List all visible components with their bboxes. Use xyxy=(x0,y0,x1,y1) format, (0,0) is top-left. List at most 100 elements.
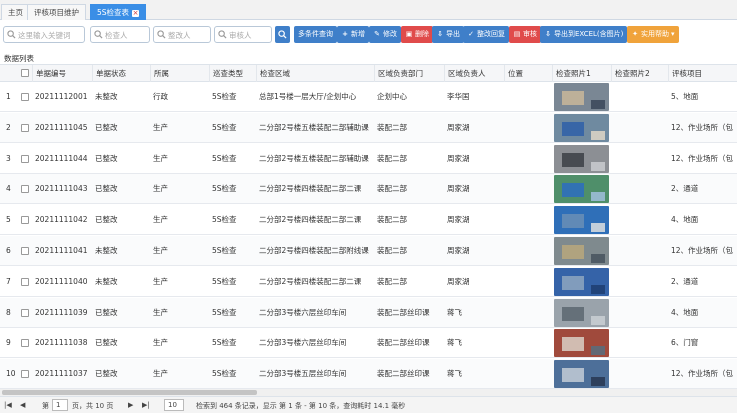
close-tab-icon[interactable]: × xyxy=(132,10,140,17)
table-row[interactable]: 4 20211111043 已整改 生产 5S检查 二分部2号楼四楼装配二部二课 装配二部 周… xyxy=(0,174,737,205)
table-row[interactable]: 1 20211112001 未整改 行政 5S检查 总部1号楼一层大厅/企划中心 企划中心 李… xyxy=(0,82,737,112)
tab-evaluation-items[interactable]: 评核项目维护 xyxy=(27,4,86,20)
row-checkbox[interactable] xyxy=(21,308,29,317)
auditor-search-input[interactable]: 审核人 xyxy=(214,26,272,43)
scrollbar-thumb[interactable] xyxy=(2,390,257,395)
delete-button[interactable]: ▣ 删除 xyxy=(401,26,433,43)
area-department: 装配二部丝印课 xyxy=(377,338,430,348)
column-header[interactable]: 区域负责人 xyxy=(444,65,486,82)
belong: 生产 xyxy=(153,184,168,194)
add-button[interactable]: + 新增 xyxy=(337,26,369,43)
column-header[interactable]: 检查照片2 xyxy=(611,65,650,82)
row-checkbox[interactable] xyxy=(21,185,29,194)
belong: 生产 xyxy=(153,338,168,348)
multi-query-button[interactable]: 多条件查询 xyxy=(294,26,337,43)
check-photo-thumbnail[interactable] xyxy=(554,267,609,296)
patrol-type: 5S检查 xyxy=(212,369,237,379)
help-button[interactable]: ✦ 实用帮助 ▾ xyxy=(627,26,679,43)
evaluation-item: 12、作业场所（包 xyxy=(671,369,734,379)
column-header[interactable]: 单据状态 xyxy=(92,65,126,82)
check-photo-thumbnail[interactable] xyxy=(554,206,609,235)
table-row[interactable]: 10 20211111037 已整改 生产 5S检查 二分部3号楼五层丝印车间 装配二部丝印… xyxy=(0,359,737,389)
evaluation-item: 12、作业场所（包 xyxy=(671,246,734,255)
page-number-input[interactable]: 1 xyxy=(52,399,68,411)
next-page-icon[interactable]: ▶ xyxy=(128,401,133,409)
row-number: 7 xyxy=(6,276,11,286)
check-photo-thumbnail[interactable] xyxy=(554,83,609,111)
inspector-search-input[interactable]: 检查人 xyxy=(90,26,150,43)
bill-number: 20211111038 xyxy=(35,338,88,348)
belong: 生产 xyxy=(153,215,168,225)
rectify-reply-button[interactable]: ✓ 整改回复 xyxy=(463,26,509,43)
tab-5s-checklist[interactable]: 5S检查表 × xyxy=(90,4,147,20)
prev-page-icon[interactable]: ◀ xyxy=(20,401,25,409)
search-button[interactable] xyxy=(275,26,290,43)
bill-status: 已整改 xyxy=(95,122,118,132)
row-checkbox[interactable] xyxy=(21,154,29,163)
belong: 生产 xyxy=(153,369,168,379)
search-icon xyxy=(218,30,227,39)
patrol-type: 5S检查 xyxy=(212,215,237,225)
export-excel-button[interactable]: ⇩ 导出到EXCEL(含图片) xyxy=(540,26,628,43)
check-area: 二分部3号楼五层丝印车间 xyxy=(259,369,347,379)
search-icon xyxy=(157,30,166,39)
table-row[interactable]: 2 20211111045 已整改 生产 5S检查 二分部2号楼五楼装配二部辅助课 装配二部… xyxy=(0,112,737,143)
export-button[interactable]: ⇩ 导出 xyxy=(432,26,464,43)
check-area: 二分部2号楼四楼装配二部二课 xyxy=(259,276,362,286)
check-photo-thumbnail[interactable] xyxy=(554,329,609,358)
table-row[interactable]: 9 20211111038 已整改 生产 5S检查 二分部3号楼六层丝印车间 装配二部丝印课… xyxy=(0,328,737,359)
column-header[interactable]: 位置 xyxy=(504,65,523,82)
keyword-search-input[interactable]: 这里输入关键词 xyxy=(3,26,85,43)
area-owner: 周家湖 xyxy=(447,184,470,194)
first-page-icon[interactable]: |◀ xyxy=(4,401,12,409)
row-checkbox[interactable] xyxy=(21,216,29,225)
last-page-icon[interactable]: ▶| xyxy=(142,401,150,409)
bill-status: 已整改 xyxy=(95,307,118,317)
row-checkbox[interactable] xyxy=(21,277,29,286)
check-photo-thumbnail[interactable] xyxy=(554,237,609,265)
check-photo-thumbnail[interactable] xyxy=(554,113,609,142)
table-row[interactable]: 7 20211111040 未整改 生产 5S检查 二分部2号楼四楼装配二部二课 装配二部 周… xyxy=(0,267,737,297)
table-row[interactable]: 8 20211111039 已整改 生产 5S检查 二分部3号楼六层丝印车间 装配二部丝印课… xyxy=(0,297,737,328)
bill-status: 已整改 xyxy=(95,369,118,379)
audit-button[interactable]: ▤ 审核 xyxy=(509,26,541,43)
patrol-type: 5S检查 xyxy=(212,122,237,132)
row-checkbox[interactable] xyxy=(21,370,29,379)
row-number: 2 xyxy=(6,122,11,132)
check-photo-thumbnail[interactable] xyxy=(554,360,609,389)
evaluation-item: 2、通道 xyxy=(671,276,699,286)
pager-summary: 检索到 464 条记录，显示 第 1 条 - 第 10 条，查询耗时 14.1 … xyxy=(196,402,406,410)
column-header[interactable]: 所属 xyxy=(150,65,169,82)
column-header[interactable]: 评核项目 xyxy=(668,65,702,82)
column-header[interactable]: 单据编号 xyxy=(32,65,66,82)
row-number: 8 xyxy=(6,307,11,317)
row-checkbox[interactable] xyxy=(21,247,29,255)
edit-button[interactable]: ✎ 修改 xyxy=(369,26,401,43)
belong: 行政 xyxy=(153,92,168,101)
horizontal-scrollbar[interactable] xyxy=(0,389,737,396)
table-row[interactable]: 5 20211111042 已整改 生产 5S检查 二分部2号楼四楼装配二部二课 装配二部 周… xyxy=(0,205,737,236)
chevron-down-icon: ▾ xyxy=(671,30,675,38)
belong: 生产 xyxy=(153,246,168,255)
column-header[interactable]: 检查照片1 xyxy=(552,65,591,82)
rectifier-search-input[interactable]: 整改人 xyxy=(153,26,211,43)
column-header[interactable]: 巡查类型 xyxy=(209,65,243,82)
row-checkbox[interactable] xyxy=(21,339,29,348)
column-header[interactable]: 区域负责部门 xyxy=(374,65,423,82)
check-photo-thumbnail[interactable] xyxy=(554,298,609,327)
export-icon: ⇩ xyxy=(437,30,443,38)
page-size-select[interactable]: 10 xyxy=(164,399,184,411)
select-all-checkbox[interactable] xyxy=(21,69,29,77)
tab-home[interactable]: 主页 xyxy=(1,4,30,20)
column-header[interactable]: 检查区域 xyxy=(256,65,290,82)
table-row[interactable]: 3 20211111044 已整改 生产 5S检查 二分部2号楼五楼装配二部辅助课 装配二部… xyxy=(0,144,737,174)
bill-number: 20211111040 xyxy=(35,276,88,286)
table-row[interactable]: 6 20211111041 未整改 生产 5S检查 二分部2号楼四楼装配二部附线课 装配二部… xyxy=(0,236,737,266)
pager: |◀ ◀ 第 1 页，共 10 页 ▶ ▶| 10 检索到 464 条记录，显示… xyxy=(0,396,737,413)
check-icon: ✓ xyxy=(468,30,474,38)
row-checkbox[interactable] xyxy=(21,93,29,101)
check-photo-thumbnail[interactable] xyxy=(554,144,609,173)
check-photo-thumbnail[interactable] xyxy=(554,175,609,204)
bill-number: 20211112001 xyxy=(35,92,88,101)
row-checkbox[interactable] xyxy=(21,123,29,132)
